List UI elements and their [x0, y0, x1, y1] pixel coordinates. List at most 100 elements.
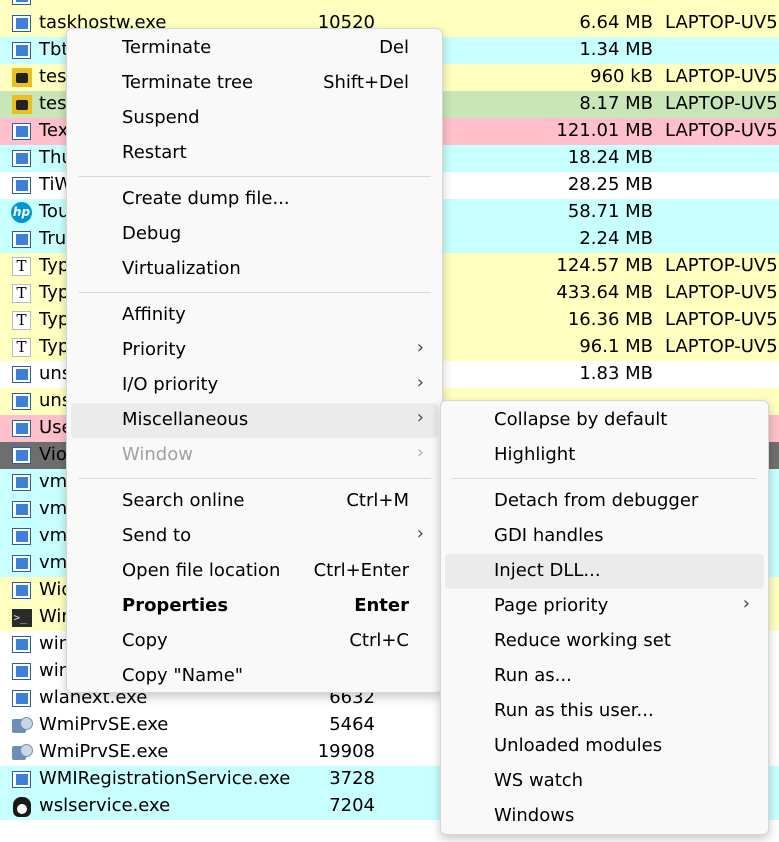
window-app-icon: [11, 419, 32, 438]
menu-item-label: Window: [122, 444, 193, 465]
menu-item-create-dump-file[interactable]: Create dump file...: [71, 182, 438, 217]
window-app-icon: [11, 392, 32, 411]
menu-item-priority[interactable]: Priority ›: [71, 333, 438, 368]
chevron-right-icon: ›: [416, 407, 424, 428]
submenu-item-run-as[interactable]: Run as...: [445, 659, 764, 694]
menu-item-shortcut: Ctrl+Enter: [313, 560, 409, 581]
submenu-item-windows[interactable]: Windows: [445, 799, 764, 834]
menu-item-label: Properties: [122, 595, 229, 616]
menu-item-label: Run as this user...: [494, 700, 654, 721]
process-pid: 19908: [317, 741, 375, 762]
menu-item-label: WS watch: [494, 770, 584, 791]
menu-item-label: Virtualization: [122, 258, 241, 279]
submenu-item-inject-dll[interactable]: Inject DLL...: [445, 554, 764, 589]
menu-item-label: Suspend: [122, 107, 200, 128]
submenu-item-run-as-this-user[interactable]: Run as this user...: [445, 694, 764, 729]
menu-item-label: Unloaded modules: [494, 735, 663, 756]
menu-item-label: Reduce working set: [494, 630, 671, 651]
menu-item-shortcut: Enter: [354, 595, 409, 616]
terminal-icon: >_: [11, 608, 32, 627]
menu-item-label: Detach from debugger: [494, 490, 699, 511]
process-pid: 5464: [329, 714, 375, 735]
menu-item-i-o-priority[interactable]: I/O priority ›: [71, 368, 438, 403]
menu-item-label: Send to: [122, 525, 192, 546]
menu-item-send-to[interactable]: Send to ›: [71, 519, 438, 554]
process-row[interactable]: [0, 0, 779, 10]
process-memory: 8.17 MB: [579, 93, 653, 114]
process-memory: 960 kB: [590, 66, 653, 87]
chevron-right-icon: ›: [742, 593, 750, 614]
menu-item-virtualization[interactable]: Virtualization: [71, 252, 438, 287]
window-app-icon: [11, 554, 32, 573]
hp-icon: hp: [11, 202, 32, 223]
process-name: tes: [39, 66, 67, 87]
menu-item-affinity[interactable]: Affinity: [71, 298, 438, 333]
chevron-right-icon: ›: [416, 523, 424, 544]
menu-item-terminate[interactable]: Terminate Del: [71, 31, 438, 66]
process-memory: 6.64 MB: [579, 12, 653, 33]
menu-item-label: Copy "Name": [122, 665, 244, 686]
menu-item-terminate-tree[interactable]: Terminate tree Shift+Del: [71, 66, 438, 101]
font-t-icon: T: [11, 311, 32, 330]
font-t-icon: T: [11, 257, 32, 276]
process-user: LAPTOP-UV5: [665, 120, 778, 141]
process-name: Tru: [39, 228, 67, 249]
process-user: LAPTOP-UV5: [665, 336, 778, 357]
menu-item-label: Open file location: [122, 560, 281, 581]
process-user: LAPTOP-UV5: [665, 255, 778, 276]
submenu-item-page-priority[interactable]: Page priority ›: [445, 589, 764, 624]
process-user: LAPTOP-UV5: [665, 12, 778, 33]
window-app-icon: [11, 149, 32, 168]
font-t-icon: T: [11, 284, 32, 303]
window-app-icon: [11, 365, 32, 384]
menu-item-properties[interactable]: Properties Enter: [71, 589, 438, 624]
process-name: Typ: [39, 309, 70, 330]
penguin-icon: [11, 796, 32, 817]
menu-item-label: Terminate tree: [122, 72, 254, 93]
process-user: LAPTOP-UV5: [665, 309, 778, 330]
process-name: vm: [39, 525, 68, 546]
submenu-item-collapse-by-default[interactable]: Collapse by default: [445, 403, 764, 438]
process-name: Typ: [39, 336, 70, 357]
process-name: wslservice.exe: [39, 795, 171, 816]
menu-item-copy[interactable]: Copy Ctrl+C: [71, 624, 438, 659]
process-memory: 2.24 MB: [579, 228, 653, 249]
submenu-item-unloaded-modules[interactable]: Unloaded modules: [445, 729, 764, 764]
window-app-icon: [11, 635, 32, 654]
menu-item-label: Search online: [122, 490, 245, 511]
menu-item-copy-name[interactable]: Copy "Name": [71, 659, 438, 694]
menu-item-restart[interactable]: Restart: [71, 136, 438, 171]
menu-item-open-file-location[interactable]: Open file location Ctrl+Enter: [71, 554, 438, 589]
menu-item-suspend[interactable]: Suspend: [71, 101, 438, 136]
window-app-icon: [11, 0, 32, 6]
menu-item-label: Highlight: [494, 444, 576, 465]
process-memory: 16.36 MB: [567, 309, 653, 330]
submenu-item-detach-from-debugger[interactable]: Detach from debugger: [445, 484, 764, 519]
process-name: vm: [39, 552, 68, 573]
menu-item-search-online[interactable]: Search online Ctrl+M: [71, 484, 438, 519]
process-memory: 1.83 MB: [579, 363, 653, 384]
menu-separator: [78, 478, 431, 479]
menu-item-shortcut: Del: [379, 37, 409, 58]
submenu-item-highlight[interactable]: Highlight: [445, 438, 764, 473]
menu-item-label: Priority: [122, 339, 187, 360]
menu-item-window: Window ›: [71, 438, 438, 473]
menu-item-label: Affinity: [122, 304, 186, 325]
window-app-icon: [11, 473, 32, 492]
menu-item-debug[interactable]: Debug: [71, 217, 438, 252]
menu-separator: [452, 478, 757, 479]
process-name: Tou: [39, 201, 70, 222]
menu-separator: [78, 176, 431, 177]
window-app-icon: [11, 689, 32, 708]
window-app-icon: [11, 122, 32, 141]
submenu-item-ws-watch[interactable]: WS watch: [445, 764, 764, 799]
window-app-icon: [11, 500, 32, 519]
submenu-item-reduce-working-set[interactable]: Reduce working set: [445, 624, 764, 659]
process-context-menu: Terminate Del Terminate tree Shift+Del Suspe…: [66, 28, 443, 693]
menu-item-miscellaneous[interactable]: Miscellaneous ›: [71, 403, 438, 438]
process-memory: 28.25 MB: [567, 174, 653, 195]
process-name: WmiPrvSE.exe: [39, 714, 169, 735]
menu-item-label: Miscellaneous: [122, 409, 249, 430]
process-name: Tex: [39, 120, 69, 141]
submenu-item-gdi-handles[interactable]: GDI handles: [445, 519, 764, 554]
